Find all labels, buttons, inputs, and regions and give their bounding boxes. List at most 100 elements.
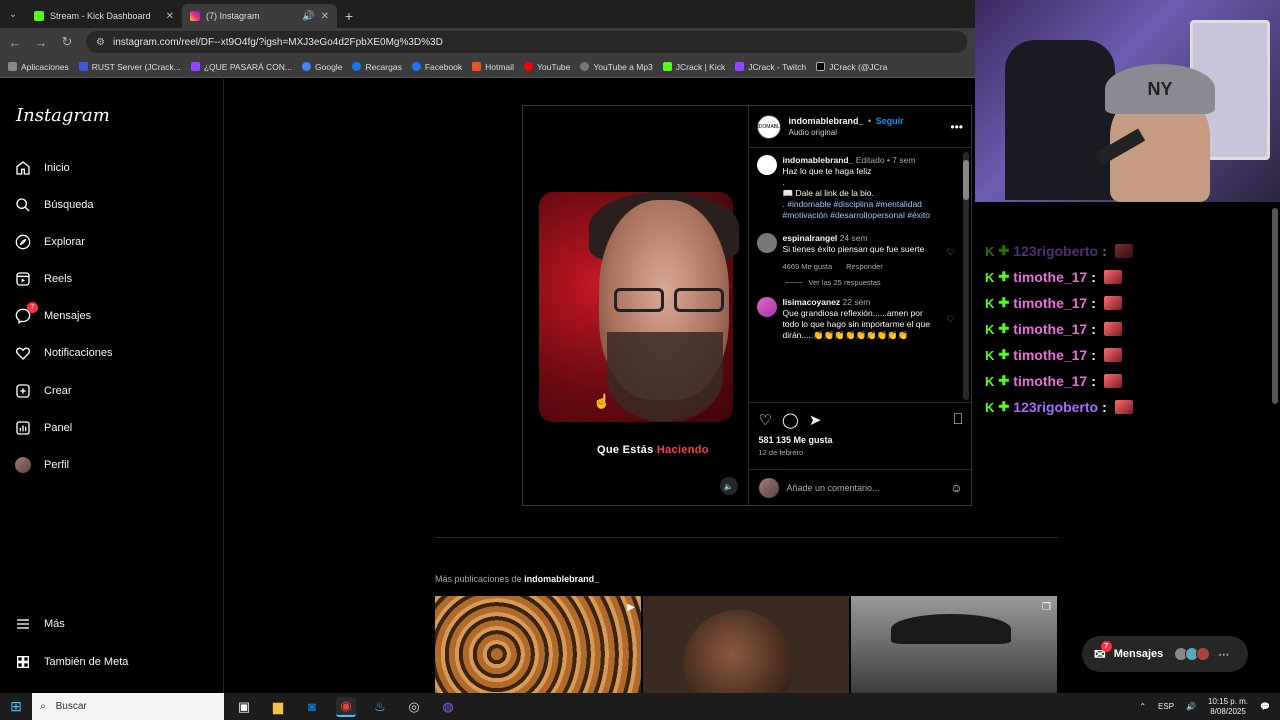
sidebar-item-label: Crear	[44, 385, 72, 397]
share-icon[interactable]: ➤	[809, 411, 822, 429]
clock[interactable]: 10:15 p. m. 8/08/2025	[1208, 697, 1248, 717]
taskbar-search[interactable]: ⌕ Buscar	[32, 693, 224, 720]
badge-icon: ✚	[998, 269, 1010, 284]
post-thumbnail[interactable]: ▶	[435, 596, 641, 693]
bookmark-item[interactable]: ¿QUE PASARÁ CON...	[190, 62, 292, 72]
notification-badge: 7	[27, 302, 38, 313]
new-tab-button[interactable]: +	[337, 4, 361, 28]
sidebar-item-busqueda[interactable]: Búsqueda	[14, 195, 94, 215]
sidebar-item-panel[interactable]: Panel	[14, 418, 72, 438]
reel-video[interactable]: Que Estás Haciendo ☝ 🔈	[523, 106, 748, 505]
heart-icon[interactable]: ♡	[946, 247, 954, 258]
sidebar-item-perfil[interactable]: Perfil	[14, 455, 69, 475]
avatar[interactable]: INDOMABLE	[754, 114, 783, 139]
sidebar-item-explorar[interactable]: Explorar	[14, 232, 85, 252]
bookmark-icon	[78, 62, 88, 71]
windows-start-icon[interactable]: ⊞	[0, 693, 32, 720]
bookmarks-bar: Aplicaciones RUST Server (JCrack... ¿QUE…	[0, 56, 975, 78]
close-icon[interactable]: ✕	[166, 11, 174, 22]
chevron-up-icon[interactable]: ⌃	[1139, 702, 1146, 711]
kick-icon: K	[985, 347, 995, 363]
steam-icon[interactable]: ♨	[370, 697, 390, 717]
file-explorer-icon[interactable]: ▆	[268, 697, 288, 717]
chat-message: K ✚ 123rigoberto:	[985, 394, 1133, 420]
bookmark-item[interactable]: JCrack - Twitch	[735, 62, 806, 72]
post-thumbnail[interactable]: ❐	[851, 596, 1057, 693]
sidebar-item-notificaciones[interactable]: Notificaciones	[14, 343, 112, 363]
bookmark-item[interactable]: JCrack (@JCra	[816, 62, 887, 72]
language-indicator[interactable]: ESP	[1158, 702, 1174, 711]
avatar[interactable]	[756, 155, 777, 175]
hashtags[interactable]: . #indomable #disciplina #mentalidad #mo…	[783, 199, 955, 221]
bookmark-apps[interactable]: Aplicaciones	[8, 62, 69, 72]
follow-button[interactable]: Seguir	[876, 116, 904, 126]
kick-icon: K	[985, 295, 995, 311]
bookmark-item[interactable]: Google	[302, 62, 342, 72]
sidebar-item-mas[interactable]: Más	[14, 614, 65, 634]
tab-kick-dashboard[interactable]: Stream - Kick Dashboard ✕	[26, 4, 182, 28]
bookmark-item[interactable]: JCrack | Kick	[662, 62, 725, 72]
webcam-overlay: NY	[975, 0, 1280, 202]
task-view-icon[interactable]: ▣	[234, 697, 254, 717]
bookmark-item[interactable]: Recargas	[352, 62, 402, 72]
sidebar-item-label: Perfil	[44, 459, 70, 471]
comments-scrollbar[interactable]	[963, 152, 969, 400]
site-info-icon[interactable]: ⚙	[96, 37, 105, 48]
kick-icon: K	[985, 373, 995, 389]
sidebar-item-inicio[interactable]: Inicio	[14, 158, 70, 178]
forward-icon[interactable]: →	[34, 35, 48, 50]
sidebar-item-mensajes[interactable]: 7 Mensajes	[14, 302, 91, 326]
list-item: espinalrangel 24 sem Si tienes éxito pie…	[756, 233, 955, 272]
sidebar-item-crear[interactable]: Crear	[14, 381, 72, 401]
chrome-icon[interactable]: ◉	[336, 696, 356, 717]
reload-icon[interactable]: ↻	[60, 34, 74, 50]
obs-icon[interactable]: ◎	[404, 697, 424, 717]
emoji-icon[interactable]: ☺	[950, 481, 962, 495]
tab-instagram[interactable]: (7) Instagram 🔊 ✕	[182, 4, 337, 28]
avatar[interactable]	[756, 233, 777, 253]
close-icon[interactable]: ✕	[321, 11, 329, 22]
volume-icon[interactable]: 🔈	[719, 477, 738, 495]
bookmark-icon[interactable]: ⎕	[953, 411, 962, 429]
post-thumbnail[interactable]	[643, 596, 849, 693]
system-tray: ⌃ ESP 🔊 10:15 p. m. 8/08/2025 💬	[1139, 697, 1280, 717]
reel-post: Que Estás Haciendo ☝ 🔈 INDOMABLE indomab…	[522, 105, 973, 506]
outlook-icon[interactable]: ◙	[302, 697, 322, 717]
bookmark-item[interactable]: YouTube	[523, 62, 570, 72]
post-username[interactable]: indomablebrand_	[789, 116, 864, 126]
bookmark-item[interactable]: YouTube a Mp3	[580, 62, 653, 72]
sidebar-item-label: Búsqueda	[44, 199, 94, 211]
like-count[interactable]: 581 135 Me gusta	[749, 435, 973, 445]
back-icon[interactable]: ←	[8, 35, 22, 50]
comment-input[interactable]: Añade un comentario... ☺	[748, 469, 973, 505]
facebook-icon	[411, 62, 421, 71]
comment-icon[interactable]: ◯	[782, 411, 799, 429]
heart-icon[interactable]: ♡	[946, 314, 954, 325]
bookmark-item[interactable]: Hotmail	[472, 62, 514, 72]
tab-search-button[interactable]: ⌄	[0, 0, 26, 28]
reply-button[interactable]: Responder	[846, 261, 883, 272]
app-icon[interactable]: ◍	[438, 697, 458, 717]
sidebar-item-meta[interactable]: También de Meta	[14, 652, 128, 672]
volume-icon[interactable]: 🔊	[1186, 702, 1196, 711]
more-posts-heading: Más publicaciones de indomablebrand_	[435, 574, 600, 584]
audio-label[interactable]: Audio original	[789, 127, 943, 139]
like-icon[interactable]: ♡	[759, 411, 772, 429]
meta-icon	[14, 653, 32, 671]
messenger-icon: 7	[14, 302, 38, 325]
carousel-icon: ❐	[1042, 602, 1051, 613]
instagram-logo[interactable]: Instagram	[16, 105, 110, 126]
more-options-icon[interactable]: •••	[950, 120, 963, 134]
messages-button[interactable]: ✉ 7 Mensajes ⋯	[1082, 636, 1248, 672]
view-replies-button[interactable]: Ver las 25 respuestas	[757, 278, 955, 287]
kick-icon: K	[985, 321, 995, 337]
notifications-icon[interactable]: 💬	[1260, 702, 1270, 711]
panel-icon	[14, 419, 32, 437]
sidebar-item-reels[interactable]: Reels	[14, 269, 72, 289]
speaker-icon[interactable]: 🔊	[302, 11, 314, 22]
page-scrollbar[interactable]	[1272, 208, 1278, 404]
url-field[interactable]: ⚙ instagram.com/reel/DF--xt9O4fg/?igsh=M…	[86, 31, 967, 53]
avatar[interactable]	[756, 297, 777, 317]
bookmark-item[interactable]: Facebook	[411, 62, 462, 72]
bookmark-item[interactable]: RUST Server (JCrack...	[78, 62, 181, 72]
